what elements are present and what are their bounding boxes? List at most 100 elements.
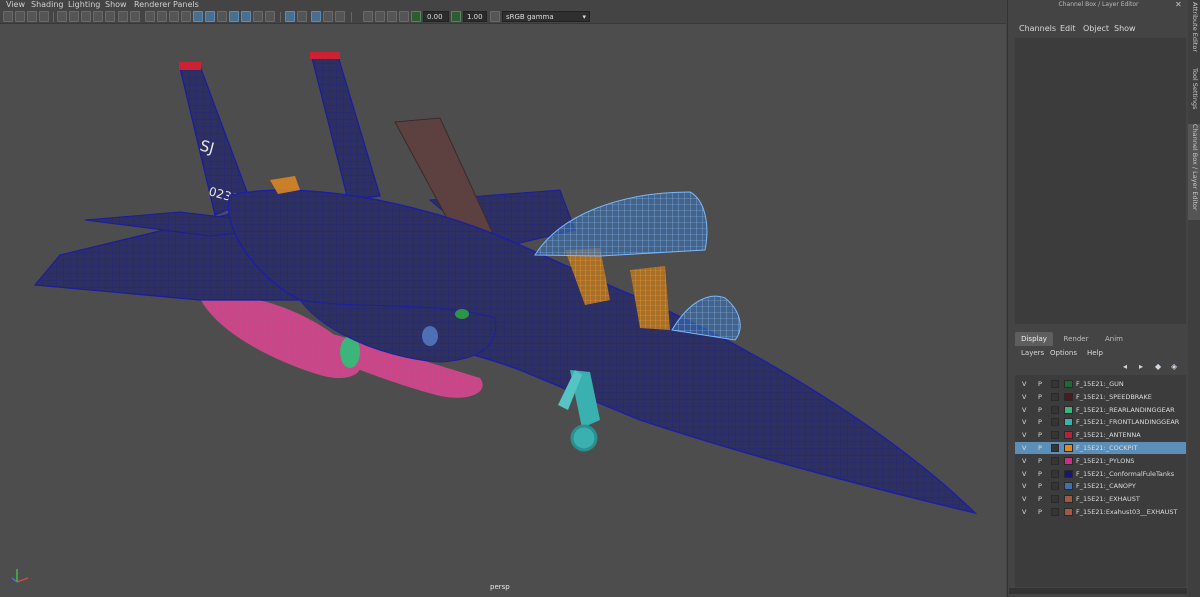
flat-shade-icon[interactable] bbox=[181, 11, 191, 22]
layer-visibility-toggle[interactable]: V bbox=[1022, 404, 1026, 416]
layer-type-toggle[interactable] bbox=[1051, 508, 1059, 516]
tab-display[interactable]: Display bbox=[1015, 332, 1053, 346]
close-icon[interactable]: ✕ bbox=[1175, 0, 1182, 9]
layer-row[interactable]: V P F_15E21:_ConformalFuleTanks bbox=[1015, 468, 1186, 480]
bookmark-icon[interactable] bbox=[27, 11, 37, 22]
menu-show[interactable]: Show bbox=[105, 0, 127, 10]
xray-joints-icon[interactable] bbox=[297, 11, 307, 22]
layer-color-swatch[interactable] bbox=[1064, 392, 1073, 401]
layer-visibility-toggle[interactable]: V bbox=[1022, 493, 1026, 505]
layer-color-swatch[interactable] bbox=[1064, 444, 1073, 452]
layer-type-toggle[interactable] bbox=[1051, 469, 1059, 478]
wireframe-on-shaded-icon[interactable] bbox=[193, 11, 203, 22]
image-plane-icon[interactable] bbox=[39, 11, 49, 22]
gate-mask-icon[interactable] bbox=[93, 11, 103, 22]
layer-visibility-toggle[interactable]: V bbox=[1022, 416, 1026, 428]
layer-visibility-toggle[interactable]: V bbox=[1022, 378, 1026, 390]
grid-icon[interactable] bbox=[57, 11, 67, 22]
layer-row[interactable]: V P F_15E21:_PYLONS bbox=[1015, 455, 1186, 467]
tab-tool-settings[interactable]: Tool Settings bbox=[1188, 68, 1200, 118]
layer-type-toggle[interactable] bbox=[1051, 392, 1059, 401]
layer-row[interactable]: V P F_15E21:_ANTENNA bbox=[1015, 429, 1186, 441]
anti-aliasing-icon[interactable] bbox=[323, 11, 333, 22]
exposure-toggle-icon[interactable] bbox=[411, 11, 421, 22]
layer-type-toggle[interactable] bbox=[1051, 380, 1059, 388]
layer-row[interactable]: V P F_15E21:_COCKPIT bbox=[1015, 442, 1186, 454]
layer-type-toggle[interactable] bbox=[1051, 444, 1059, 452]
layer-visibility-toggle[interactable]: V bbox=[1022, 506, 1026, 518]
exposure-field[interactable]: 0.00 bbox=[423, 11, 449, 22]
layer-row[interactable]: V P F_15E21:Exahust03__EXHAUST bbox=[1015, 506, 1186, 518]
bounding-box-icon[interactable] bbox=[169, 11, 179, 22]
resolution-gate-icon[interactable] bbox=[81, 11, 91, 22]
menu-help[interactable]: Help bbox=[1087, 347, 1103, 359]
shadows-icon[interactable] bbox=[241, 11, 251, 22]
screen-space-ao-icon[interactable] bbox=[253, 11, 263, 22]
layer-type-toggle[interactable] bbox=[1051, 418, 1059, 427]
gamma-field[interactable]: 1.00 bbox=[463, 11, 487, 22]
channel-box-area[interactable] bbox=[1015, 38, 1186, 324]
depth-of-field-icon[interactable] bbox=[335, 11, 345, 22]
textured-icon[interactable] bbox=[217, 11, 227, 22]
film-gate-icon[interactable] bbox=[69, 11, 79, 22]
view-transform-dropdown[interactable]: sRGB gamma ▾ bbox=[502, 11, 590, 22]
move-layer-up-icon[interactable]: ◂ bbox=[1123, 362, 1133, 371]
layer-type-toggle[interactable] bbox=[1051, 495, 1059, 504]
layer-color-swatch[interactable] bbox=[1064, 431, 1073, 440]
layer-playback-toggle[interactable]: P bbox=[1038, 404, 1042, 416]
safe-title-icon[interactable] bbox=[130, 11, 140, 22]
layer-color-swatch[interactable] bbox=[1064, 405, 1073, 414]
layer-color-swatch[interactable] bbox=[1064, 508, 1073, 516]
menu-shading[interactable]: Shading bbox=[31, 0, 64, 10]
toggle-hud-icon[interactable] bbox=[363, 11, 373, 22]
gamma-toggle-icon[interactable] bbox=[451, 11, 461, 22]
menu-edit[interactable]: Edit bbox=[1060, 22, 1076, 36]
tab-anim[interactable]: Anim bbox=[1097, 332, 1131, 346]
layer-color-swatch[interactable] bbox=[1064, 456, 1073, 465]
layer-type-toggle[interactable] bbox=[1051, 405, 1059, 414]
layer-playback-toggle[interactable]: P bbox=[1038, 378, 1042, 390]
tab-render[interactable]: Render bbox=[1057, 332, 1095, 346]
camera-attributes-icon[interactable] bbox=[15, 11, 25, 22]
isolate-select-icon[interactable] bbox=[285, 11, 295, 22]
layer-visibility-toggle[interactable]: V bbox=[1022, 480, 1026, 492]
layer-row[interactable]: V P F_15E21:_SPEEDBRAKE bbox=[1015, 391, 1186, 403]
layer-list-scrollbar[interactable] bbox=[1009, 588, 1187, 594]
smooth-shade-icon[interactable] bbox=[157, 11, 167, 22]
layer-visibility-toggle[interactable]: V bbox=[1022, 391, 1026, 403]
menu-channels[interactable]: Channels bbox=[1019, 22, 1056, 36]
layer-playback-toggle[interactable]: P bbox=[1038, 480, 1042, 492]
layer-color-swatch[interactable] bbox=[1064, 482, 1073, 491]
exposure-icon[interactable] bbox=[387, 11, 397, 22]
layer-playback-toggle[interactable]: P bbox=[1038, 455, 1042, 467]
layer-row[interactable]: V P F_15E21:_EXHAUST bbox=[1015, 493, 1186, 505]
layer-row[interactable]: V P F_15E21:_GUN bbox=[1015, 378, 1186, 390]
motion-blur-icon[interactable] bbox=[265, 11, 275, 22]
layer-color-swatch[interactable] bbox=[1064, 418, 1073, 427]
safe-action-icon[interactable] bbox=[118, 11, 128, 22]
layer-playback-toggle[interactable]: P bbox=[1038, 391, 1042, 403]
new-layer-from-selected-icon[interactable]: ◈ bbox=[1171, 362, 1181, 371]
layer-playback-toggle[interactable]: P bbox=[1038, 493, 1042, 505]
menu-layers[interactable]: Layers bbox=[1021, 347, 1044, 359]
menu-object[interactable]: Object bbox=[1083, 22, 1109, 36]
color-management-icon[interactable] bbox=[490, 11, 500, 22]
isolate-icon[interactable] bbox=[375, 11, 385, 22]
menu-show-cb[interactable]: Show bbox=[1114, 22, 1136, 36]
select-camera-icon[interactable] bbox=[3, 11, 13, 22]
layer-row[interactable]: V P F_15E21:_CANOPY bbox=[1015, 480, 1186, 492]
layer-color-swatch[interactable] bbox=[1064, 380, 1073, 388]
xray-active-icon[interactable] bbox=[311, 11, 321, 22]
new-empty-layer-icon[interactable]: ◆ bbox=[1155, 362, 1165, 371]
layer-playback-toggle[interactable]: P bbox=[1038, 468, 1042, 480]
layer-playback-toggle[interactable]: P bbox=[1038, 429, 1042, 441]
tab-attribute-editor[interactable]: Attribute Editor bbox=[1188, 2, 1200, 62]
layer-type-toggle[interactable] bbox=[1051, 431, 1059, 440]
move-layer-down-icon[interactable]: ▸ bbox=[1139, 362, 1149, 371]
layer-type-toggle[interactable] bbox=[1051, 456, 1059, 465]
layer-playback-toggle[interactable]: P bbox=[1038, 416, 1042, 428]
layer-visibility-toggle[interactable]: V bbox=[1022, 442, 1026, 454]
menu-lighting[interactable]: Lighting bbox=[68, 0, 100, 10]
layer-visibility-toggle[interactable]: V bbox=[1022, 455, 1026, 467]
field-chart-icon[interactable] bbox=[105, 11, 115, 22]
